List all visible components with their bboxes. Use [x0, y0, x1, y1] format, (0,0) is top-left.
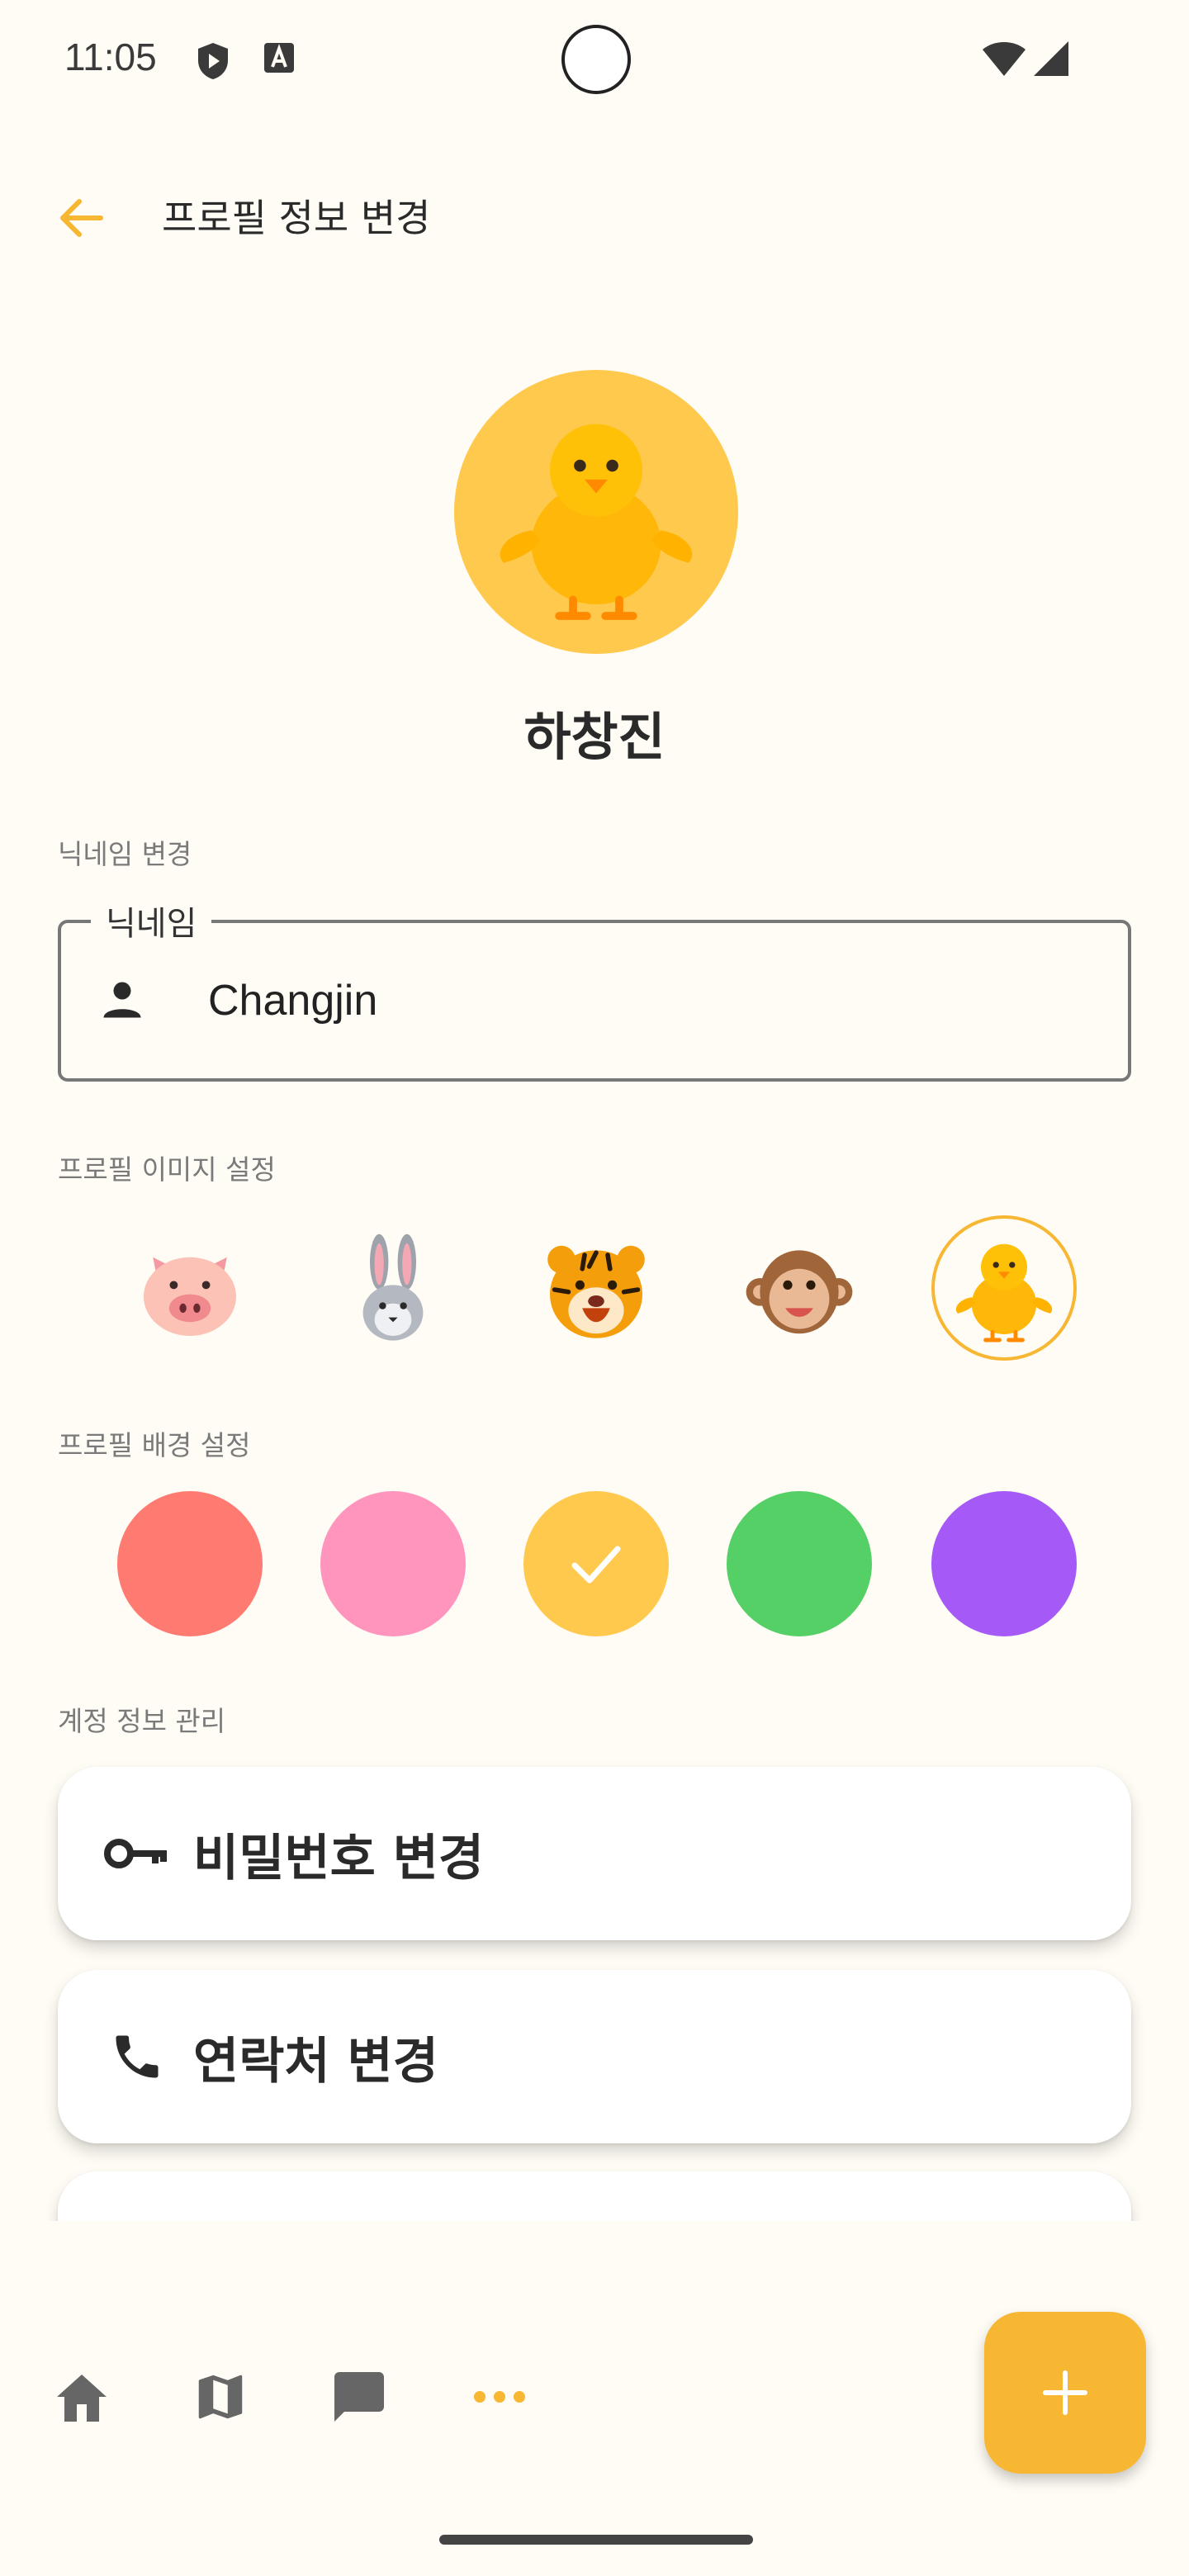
- color-option-red[interactable]: [117, 1491, 263, 1636]
- user-name: 하창진: [523, 707, 666, 767]
- signal-icon: [1030, 40, 1070, 81]
- emoji-option-rabbit[interactable]: [320, 1217, 466, 1362]
- nickname-value[interactable]: Changjin: [208, 976, 377, 1025]
- chat-icon: [334, 2372, 384, 2422]
- arrow-left-icon: [60, 199, 103, 237]
- account-section-label: 계정 정보 관리: [58, 1705, 226, 1737]
- font-status-icon: [263, 41, 296, 78]
- monkey-icon: [746, 1250, 853, 1334]
- home-indicator[interactable]: [439, 2535, 753, 2545]
- tiger-icon: [547, 1245, 645, 1338]
- emoji-option-pig[interactable]: [117, 1217, 263, 1362]
- add-button[interactable]: [984, 2312, 1146, 2474]
- status-time: 11:05: [64, 36, 157, 78]
- nav-map-button[interactable]: [183, 2360, 258, 2434]
- nav-home-button[interactable]: [45, 2360, 119, 2434]
- profile-avatar: [454, 370, 738, 654]
- home-icon: [57, 2375, 107, 2422]
- more-icon: [474, 2391, 525, 2403]
- color-option-green[interactable]: [727, 1491, 872, 1636]
- nickname-field-label: 닉네임: [91, 897, 212, 945]
- map-icon: [198, 2375, 243, 2419]
- change-password-button[interactable]: 비밀번호 변경: [58, 1767, 1131, 1940]
- change-password-label: 비밀번호 변경: [193, 1829, 485, 1887]
- back-button[interactable]: [46, 183, 116, 253]
- change-contact-button[interactable]: 연락처 변경: [58, 1970, 1131, 2143]
- color-option-purple[interactable]: [931, 1491, 1077, 1636]
- background-section-label: 프로필 배경 설정: [58, 1429, 251, 1461]
- color-option-pink[interactable]: [320, 1491, 466, 1636]
- nav-chat-button[interactable]: [322, 2360, 396, 2434]
- phone-icon: [104, 2029, 170, 2085]
- shield-status-icon: [195, 41, 231, 84]
- emoji-option-monkey[interactable]: [727, 1217, 872, 1362]
- nav-more-button[interactable]: [462, 2360, 537, 2434]
- person-icon: [97, 974, 147, 1027]
- check-icon: [571, 1546, 621, 1584]
- emoji-option-chick[interactable]: [931, 1215, 1077, 1361]
- rabbit-icon: [362, 1234, 424, 1341]
- key-icon: [104, 1835, 170, 1872]
- chick-icon: [500, 424, 693, 620]
- plus-icon: [1043, 2370, 1087, 2415]
- nickname-section-label: 닉네임 변경: [58, 838, 192, 870]
- color-option-yellow[interactable]: [523, 1491, 669, 1636]
- wifi-icon: [981, 40, 1027, 81]
- pig-icon: [144, 1257, 236, 1336]
- change-contact-label: 연락처 변경: [193, 2032, 438, 2091]
- chick-icon: [955, 1243, 1053, 1342]
- emoji-option-tiger[interactable]: [523, 1217, 669, 1362]
- camera-cutout: [561, 25, 631, 94]
- image-section-label: 프로필 이미지 설정: [58, 1153, 276, 1186]
- page-title: 프로필 정보 변경: [162, 196, 431, 240]
